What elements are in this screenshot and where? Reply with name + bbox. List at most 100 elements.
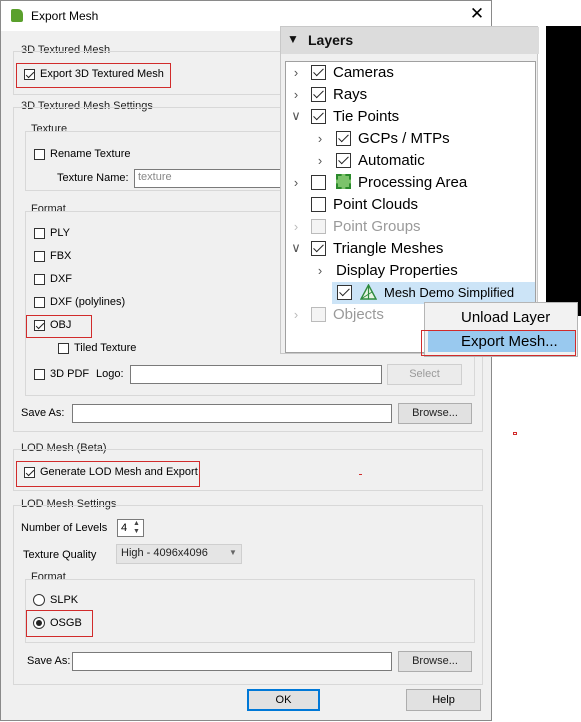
- dxf-label: DXF: [50, 273, 72, 285]
- automatic-label: Automatic: [358, 152, 425, 169]
- tree-item-triangle-meshes[interactable]: ∨ Triangle Meshes: [286, 238, 535, 260]
- processing-area-icon: [336, 174, 351, 189]
- mesh-demo-checkbox[interactable]: [337, 285, 352, 300]
- chevron-right-icon[interactable]: ›: [289, 172, 303, 194]
- logo-input[interactable]: [130, 365, 382, 384]
- processing-area-label: Processing Area: [358, 174, 468, 191]
- spin-down-icon[interactable]: ▼: [133, 528, 140, 536]
- gcps-label: GCPs / MTPs: [358, 130, 450, 147]
- close-icon[interactable]: ✕: [467, 4, 487, 24]
- slpk-radio[interactable]: [33, 594, 45, 606]
- logo-label: Logo:: [96, 368, 124, 380]
- texture-name-input[interactable]: texture: [134, 169, 281, 188]
- slpk-label: SLPK: [50, 594, 79, 606]
- select-button[interactable]: Select: [387, 364, 462, 385]
- quality-value: High - 4096x4096: [121, 547, 208, 559]
- point-clouds-label: Point Clouds: [333, 196, 419, 213]
- tree-item-mesh-demo[interactable]: Mesh Demo Simplified: [332, 282, 535, 304]
- tiled-texture-checkbox[interactable]: [58, 343, 69, 354]
- chevron-right-icon[interactable]: ›: [289, 84, 303, 106]
- context-menu: Unload Layer Export Mesh...: [421, 302, 578, 357]
- rays-checkbox[interactable]: [311, 87, 326, 102]
- tie-points-label: Tie Points: [333, 108, 400, 125]
- browse-button[interactable]: Browse...: [398, 403, 472, 424]
- spin-up-icon[interactable]: ▲: [133, 520, 140, 528]
- point-groups-label: Point Groups: [333, 218, 421, 235]
- levels-label: Number of Levels: [21, 522, 108, 534]
- chevron-right-icon[interactable]: ›: [313, 260, 327, 282]
- cameras-checkbox[interactable]: [311, 65, 326, 80]
- chevron-right-icon[interactable]: ›: [289, 304, 303, 326]
- lod-save-as-label: Save As:: [27, 655, 71, 667]
- chevron-right-icon[interactable]: ›: [313, 150, 327, 172]
- dxf-polylines-checkbox[interactable]: [34, 297, 45, 308]
- red-mark: [513, 432, 517, 435]
- obj-label: OBJ: [50, 319, 72, 331]
- automatic-checkbox[interactable]: [336, 153, 351, 168]
- pdf-label: 3D PDF: [50, 368, 90, 380]
- rename-texture-checkbox[interactable]: [34, 149, 45, 160]
- generate-lod-label: Generate LOD Mesh and Export: [40, 466, 198, 478]
- fbx-checkbox[interactable]: [34, 251, 45, 262]
- quality-label: Texture Quality: [23, 549, 97, 561]
- triangle-meshes-checkbox[interactable]: [311, 241, 326, 256]
- objects-label: Objects: [333, 306, 384, 323]
- triangle-meshes-label: Triangle Meshes: [333, 240, 444, 257]
- ply-checkbox[interactable]: [34, 228, 45, 239]
- tiled-texture-label: Tiled Texture: [74, 342, 137, 354]
- generate-lod-checkbox[interactable]: [24, 467, 35, 478]
- app-icon: [11, 9, 23, 22]
- tree-item-point-groups[interactable]: › Point Groups: [286, 216, 535, 238]
- tie-points-checkbox[interactable]: [311, 109, 326, 124]
- tree-item-tie-points[interactable]: ∨ Tie Points: [286, 106, 535, 128]
- export-textured-checkbox[interactable]: [24, 69, 35, 80]
- point-clouds-checkbox[interactable]: [311, 197, 326, 212]
- red-dot: [359, 474, 362, 475]
- background-strip: [546, 26, 581, 316]
- chevron-down-icon[interactable]: ∨: [289, 237, 303, 259]
- unload-layer-menu-item[interactable]: Unload Layer: [461, 309, 550, 326]
- cameras-label: Cameras: [333, 64, 394, 81]
- mesh-demo-label: Mesh Demo Simplified: [384, 285, 515, 300]
- chevron-down-icon[interactable]: ∨: [289, 105, 303, 127]
- ply-label: PLY: [50, 227, 70, 239]
- tree-item-display-properties[interactable]: › Display Properties: [286, 260, 535, 282]
- objects-checkbox[interactable]: [311, 307, 326, 322]
- rename-texture-label: Rename Texture: [50, 148, 131, 160]
- levels-spinbox[interactable]: 4 ▲ ▼: [117, 519, 144, 537]
- levels-value: 4: [121, 522, 128, 534]
- save-as-input[interactable]: [72, 404, 392, 423]
- obj-checkbox[interactable]: [34, 320, 45, 331]
- texture-name-label: Texture Name:: [57, 172, 129, 184]
- lod-browse-button[interactable]: Browse...: [398, 651, 472, 672]
- mesh-icon: [360, 284, 377, 300]
- rays-label: Rays: [333, 86, 368, 103]
- dxf-checkbox[interactable]: [34, 274, 45, 285]
- dxf-polylines-label: DXF (polylines): [50, 296, 126, 308]
- layers-header[interactable]: ▼ Layers: [281, 27, 539, 54]
- chevron-right-icon[interactable]: ›: [289, 216, 303, 238]
- quality-combo[interactable]: High - 4096x4096 ▼: [116, 544, 242, 564]
- display-properties-label: Display Properties: [336, 262, 458, 279]
- chevron-right-icon[interactable]: ›: [289, 62, 303, 84]
- tree-item-point-clouds[interactable]: Point Clouds: [286, 194, 535, 216]
- ok-button[interactable]: OK: [247, 689, 320, 711]
- save-as-label: Save As:: [21, 407, 65, 419]
- tree-item-rays[interactable]: › Rays: [286, 84, 535, 106]
- lod-save-as-input[interactable]: [72, 652, 392, 671]
- gcps-checkbox[interactable]: [336, 131, 351, 146]
- osgb-radio[interactable]: [33, 617, 45, 629]
- tree-item-automatic[interactable]: › Automatic: [286, 150, 535, 172]
- chevron-right-icon[interactable]: ›: [313, 128, 327, 150]
- tree-item-processing-area[interactable]: › Processing Area: [286, 172, 535, 194]
- point-groups-checkbox[interactable]: [311, 219, 326, 234]
- layers-title: Layers: [308, 32, 354, 48]
- triangle-down-icon[interactable]: ▼: [287, 32, 299, 46]
- combo-arrow-icon: ▼: [229, 548, 237, 557]
- help-button[interactable]: Help: [406, 689, 481, 711]
- processing-area-checkbox[interactable]: [311, 175, 326, 190]
- osgb-label: OSGB: [50, 617, 82, 629]
- pdf-checkbox[interactable]: [34, 369, 45, 380]
- tree-item-gcps[interactable]: › GCPs / MTPs: [286, 128, 535, 150]
- tree-item-cameras[interactable]: › Cameras: [286, 62, 535, 84]
